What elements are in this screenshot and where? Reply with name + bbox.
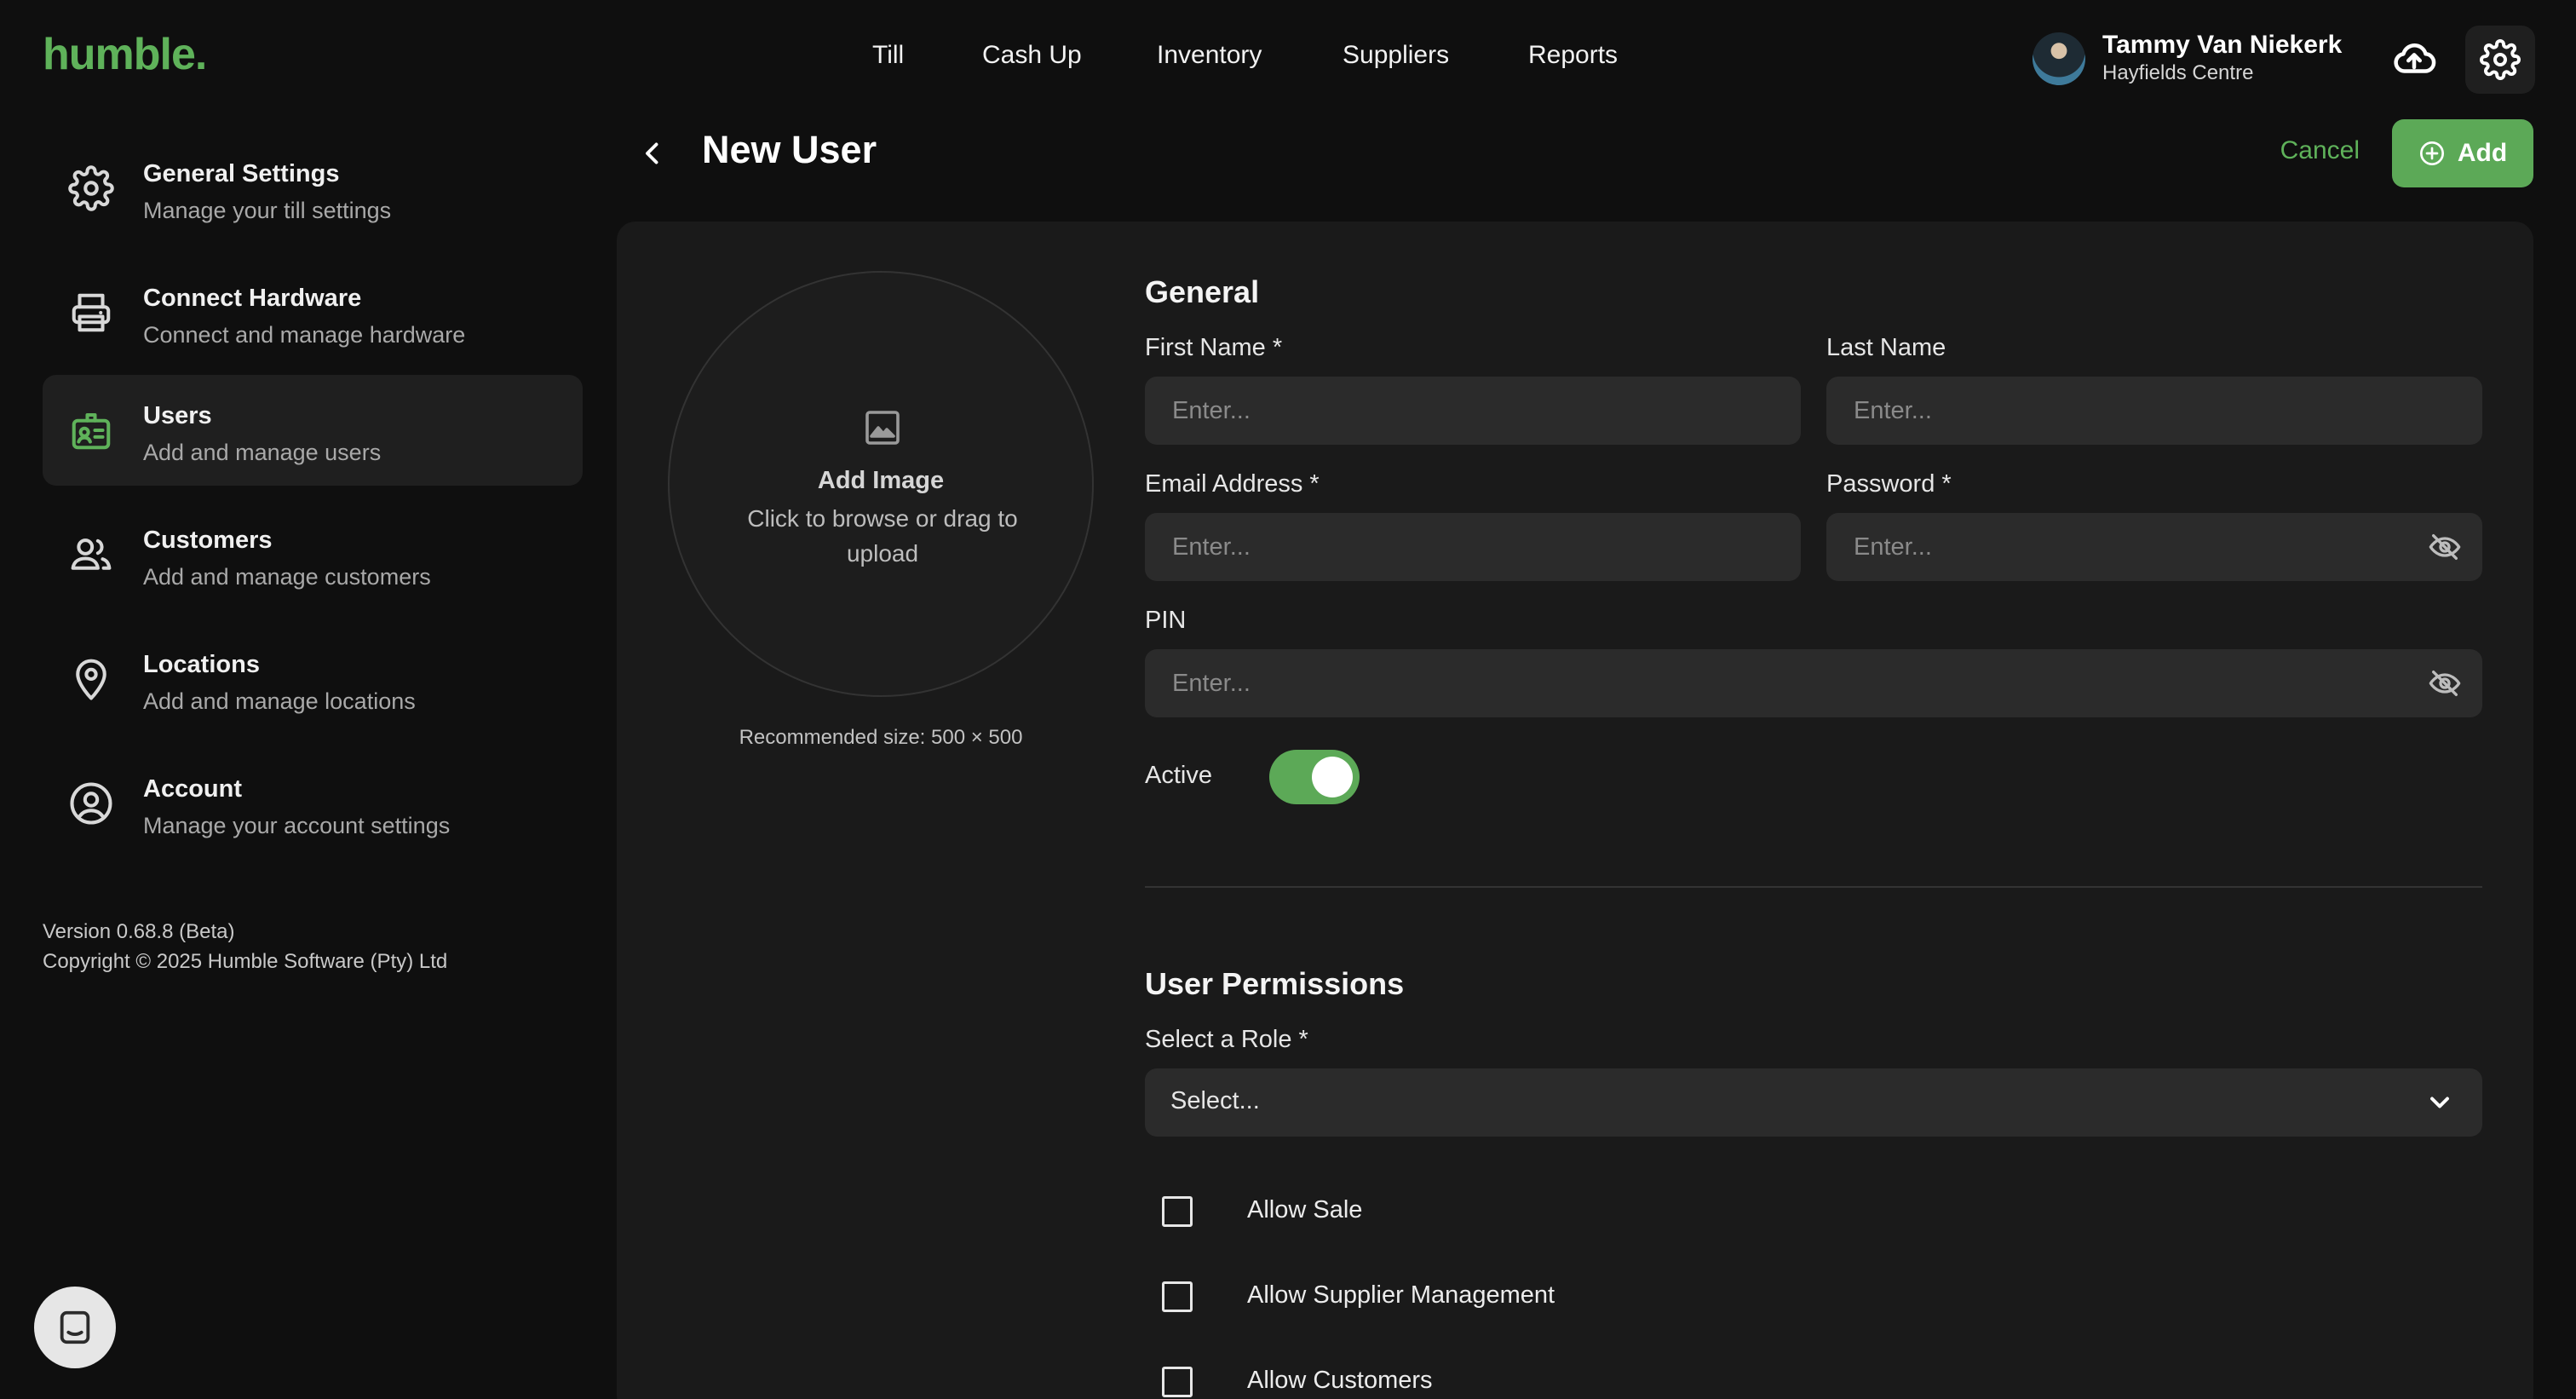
pin-label: PIN: [1145, 607, 1187, 634]
nav-inventory[interactable]: Inventory: [1157, 41, 1262, 70]
sidebar-item-users[interactable]: Users Add and manage users: [43, 375, 583, 486]
first-name-input[interactable]: [1145, 377, 1801, 445]
user-location: Hayfields Centre: [2102, 61, 2254, 84]
back-button[interactable]: [634, 131, 671, 176]
id-badge-icon: [72, 412, 111, 450]
add-button-label: Add: [2457, 139, 2508, 167]
checkbox[interactable]: [1162, 1196, 1193, 1227]
permission-label: Allow Customers: [1247, 1367, 1433, 1394]
top-bar: humble. Till Cash Up Inventory Suppliers…: [0, 0, 2576, 119]
first-name-label: First Name *: [1145, 334, 1283, 361]
section-divider: [1145, 886, 2482, 888]
version-info: Version 0.68.8 (Beta) Copyright © 2025 H…: [43, 917, 447, 976]
nav-reports[interactable]: Reports: [1528, 41, 1618, 70]
avatar: [2033, 32, 2085, 85]
sidebar-item-title: General Settings: [143, 160, 340, 187]
email-input[interactable]: [1145, 513, 1801, 581]
settings-button[interactable]: [2465, 26, 2535, 94]
sidebar-item-subtitle: Connect and manage hardware: [143, 322, 466, 348]
upload-subtitle: Click to browse or drag to upload: [747, 505, 1018, 567]
image-icon: [865, 411, 900, 445]
account-circle-icon: [70, 782, 112, 825]
page-title: New User: [702, 128, 877, 171]
chevron-left-icon: [646, 142, 658, 164]
sidebar-item-title: Locations: [143, 651, 260, 678]
role-select-label: Select a Role *: [1145, 1026, 1308, 1053]
people-icon: [71, 538, 112, 570]
sidebar-item-locations[interactable]: Locations Add and manage locations: [43, 624, 583, 734]
sidebar-item-subtitle: Add and manage users: [143, 440, 382, 465]
sidebar-item-title: Users: [143, 402, 212, 429]
permission-label: Allow Sale: [1247, 1196, 1363, 1223]
email-label: Email Address *: [1145, 470, 1320, 498]
user-name: Tammy Van Niekerk: [2102, 31, 2343, 59]
sidebar-item-title: Customers: [143, 527, 273, 554]
user-permissions-heading: User Permissions: [1145, 966, 1405, 1001]
sidebar-item-subtitle: Manage your till settings: [143, 198, 392, 223]
sidebar-item-general-settings[interactable]: General Settings Manage your till settin…: [43, 133, 583, 244]
sidebar-item-title: Connect Hardware: [143, 285, 362, 312]
password-label: Password *: [1826, 470, 1952, 498]
copyright-text: Copyright © 2025 Humble Software (Pty) L…: [43, 950, 448, 973]
version-text: Version 0.68.8 (Beta): [43, 920, 235, 943]
cloud-upload-icon: [2394, 43, 2436, 73]
role-select-value: Select...: [1170, 1087, 1260, 1114]
checkbox[interactable]: [1162, 1367, 1193, 1397]
settings-sidebar: General Settings Manage your till settin…: [0, 119, 613, 1399]
toggle-knob: [1312, 757, 1353, 797]
nav-cash-up[interactable]: Cash Up: [982, 41, 1082, 70]
gear-icon: [68, 165, 114, 211]
image-upload-dropzone[interactable]: Add Image Click to browse or drag to upl…: [668, 271, 1094, 697]
add-button[interactable]: Add: [2392, 119, 2533, 187]
sidebar-item-customers[interactable]: Customers Add and manage customers: [43, 499, 583, 610]
role-select[interactable]: Select...: [1145, 1068, 2482, 1137]
cloud-upload-button[interactable]: [2385, 26, 2443, 94]
general-heading: General: [1145, 274, 1260, 309]
printer-icon: [72, 293, 111, 332]
last-name-input[interactable]: [1826, 377, 2482, 445]
location-pin-icon: [76, 659, 106, 700]
nav-till[interactable]: Till: [872, 41, 904, 70]
sidebar-item-subtitle: Add and manage customers: [143, 564, 431, 590]
user-profile[interactable]: Tammy Van Niekerk Hayfields Centre: [2033, 31, 2356, 90]
support-chat-button[interactable]: [34, 1287, 116, 1368]
password-input[interactable]: [1826, 513, 2482, 581]
permission-label: Allow Supplier Management: [1247, 1281, 1555, 1309]
sidebar-item-connect-hardware[interactable]: Connect Hardware Connect and manage hard…: [43, 257, 583, 368]
sidebar-item-subtitle: Manage your account settings: [143, 813, 451, 838]
gear-icon: [2480, 39, 2521, 80]
app-window: humble. Till Cash Up Inventory Suppliers…: [0, 0, 2576, 1399]
plus-circle-icon: [2419, 141, 2444, 165]
new-user-form-panel: Add Image Click to browse or drag to upl…: [617, 222, 2533, 1399]
pin-input[interactable]: [1145, 649, 2482, 717]
checkbox[interactable]: [1162, 1281, 1193, 1312]
upload-title: Add Image: [817, 467, 945, 494]
eye-off-icon[interactable]: [2428, 666, 2462, 700]
recommended-size-note: Recommended size: 500 × 500: [739, 726, 1023, 749]
cancel-button[interactable]: Cancel: [2240, 136, 2360, 172]
chevron-down-icon: [2430, 1097, 2449, 1108]
last-name-label: Last Name: [1826, 334, 1946, 361]
eye-off-icon[interactable]: [2428, 530, 2462, 564]
sidebar-item-account[interactable]: Account Manage your account settings: [43, 748, 583, 859]
chat-icon: [60, 1310, 90, 1344]
active-label: Active: [1145, 762, 1212, 789]
active-toggle[interactable]: [1269, 750, 1360, 804]
nav-suppliers[interactable]: Suppliers: [1343, 41, 1449, 70]
sidebar-item-subtitle: Add and manage locations: [143, 688, 416, 714]
sidebar-item-title: Account: [143, 775, 242, 803]
